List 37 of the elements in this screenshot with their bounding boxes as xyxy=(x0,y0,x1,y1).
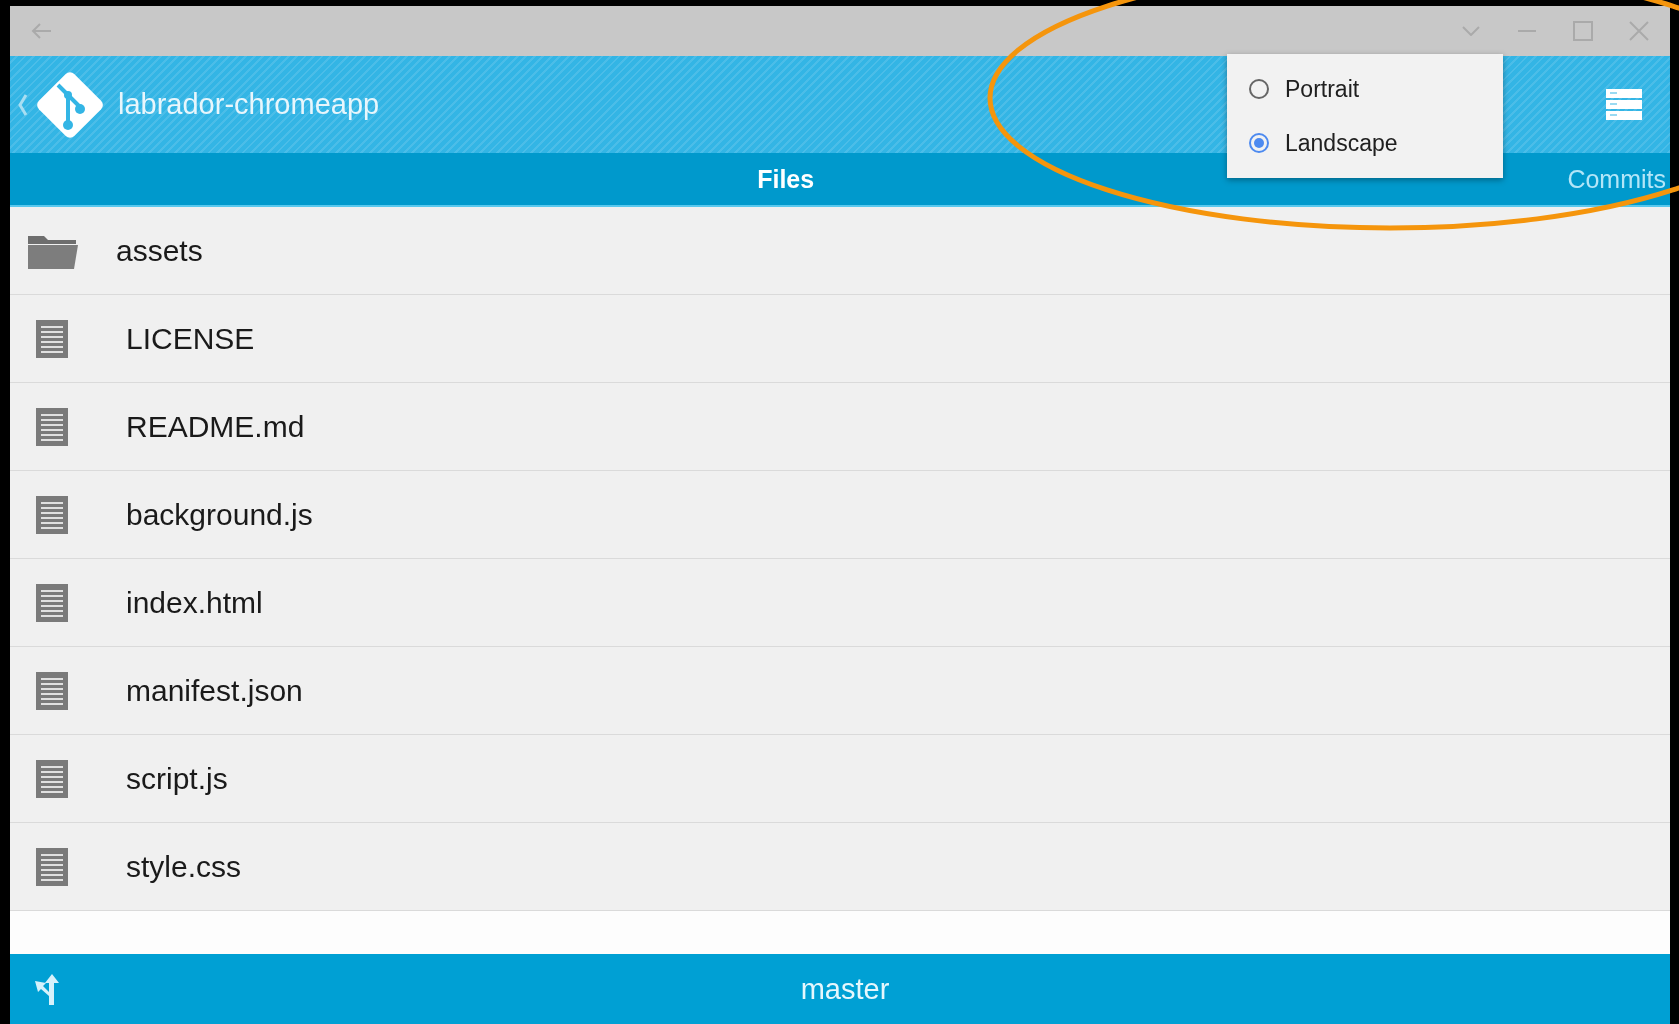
file-name: LICENSE xyxy=(126,321,255,356)
menu-item-label: Landscape xyxy=(1285,129,1398,157)
file-row[interactable]: script.js xyxy=(10,735,1670,823)
document-icon xyxy=(36,583,68,622)
file-name: background.js xyxy=(126,497,313,532)
radio-button[interactable] xyxy=(1249,79,1269,99)
file-row[interactable]: README.md xyxy=(10,383,1670,471)
radio-button[interactable] xyxy=(1249,133,1269,153)
file-name: style.css xyxy=(126,849,242,884)
back-arrow-icon xyxy=(30,22,52,40)
chevron-down-icon xyxy=(1462,26,1480,36)
file-name: README.md xyxy=(126,409,305,444)
maximize-icon xyxy=(1573,21,1593,41)
menu-icon[interactable] xyxy=(1606,88,1642,121)
file-row[interactable]: background.js xyxy=(10,471,1670,559)
file-row[interactable]: manifest.json xyxy=(10,647,1670,735)
branch-arrows-icon[interactable] xyxy=(32,972,60,1006)
document-icon xyxy=(36,407,68,446)
menu-item-label: Portrait xyxy=(1285,75,1360,103)
file-row[interactable]: style.css xyxy=(10,823,1670,911)
chevron-left-icon[interactable] xyxy=(18,93,28,116)
document-icon xyxy=(36,671,68,710)
file-name: manifest.json xyxy=(126,673,303,708)
document-icon xyxy=(36,319,68,358)
file-row[interactable]: LICENSE xyxy=(10,295,1670,383)
file-row[interactable]: index.html xyxy=(10,559,1670,647)
document-icon xyxy=(36,495,68,534)
file-row[interactable]: assets xyxy=(10,207,1670,295)
file-name: assets xyxy=(116,233,203,268)
app-title: labrador-chromeapp xyxy=(118,88,380,121)
close-icon xyxy=(1629,21,1649,41)
document-icon xyxy=(36,759,68,798)
file-name: script.js xyxy=(126,761,228,796)
maximize-button[interactable] xyxy=(1570,18,1596,44)
document-icon xyxy=(36,847,68,886)
file-name: index.html xyxy=(126,585,263,620)
menu-item[interactable]: Portrait xyxy=(1227,62,1503,116)
